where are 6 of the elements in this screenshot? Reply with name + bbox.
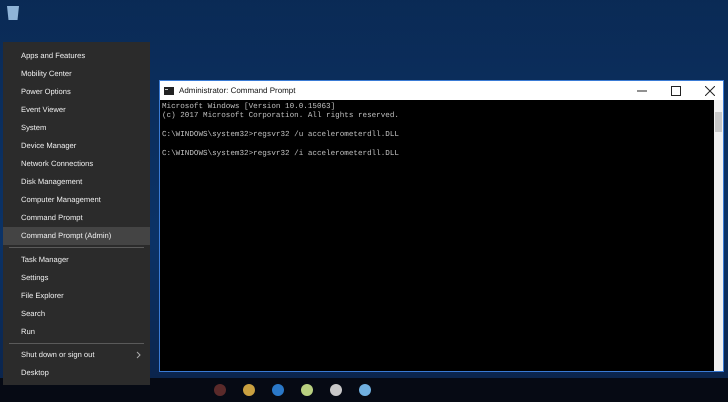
- window-title: Administrator: Command Prompt: [179, 86, 296, 95]
- console-icon: [164, 86, 174, 94]
- scroll-bar[interactable]: [714, 100, 723, 371]
- maximize-icon[interactable]: [671, 86, 681, 96]
- close-icon[interactable]: [705, 86, 715, 96]
- recycle-bin-icon[interactable]: [6, 4, 20, 20]
